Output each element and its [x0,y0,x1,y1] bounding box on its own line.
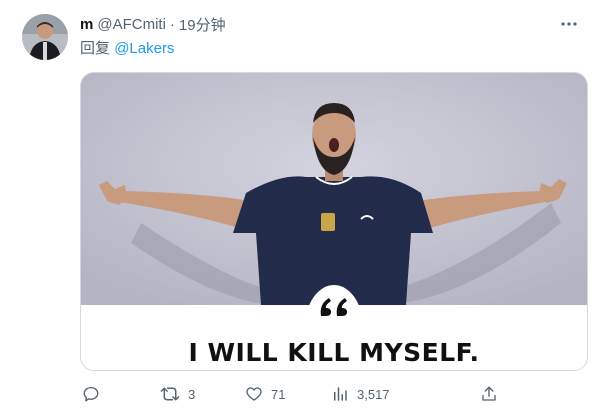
tweet-media[interactable]: I WILL KILL MYSELF. [80,72,588,371]
share-upload-icon [480,385,498,403]
retweet-button[interactable]: 3 [160,383,195,405]
heart-icon [245,385,263,403]
avatar[interactable] [22,14,68,60]
retweet-count: 3 [188,386,196,402]
media-caption: I WILL KILL MYSELF. [188,338,480,367]
media-photo [81,73,587,305]
more-dots-icon[interactable] [557,12,581,36]
like-button[interactable]: 71 [245,383,285,405]
avatar-image [22,14,68,60]
reply-prefix: 回复 [80,40,111,57]
user-handle[interactable]: @AFCmiti [97,16,166,33]
reply-mention-link[interactable]: @Lakers [114,40,174,57]
tweet-actions: 3 71 3,517 [80,383,586,405]
display-name[interactable]: m [80,16,93,33]
tweet-header: m @AFCmiti · 19分钟 [80,14,226,34]
separator-dot: · [169,15,175,33]
timestamp[interactable]: 19分钟 [179,14,226,35]
views-count: 3,517 [357,386,390,402]
tweet-card[interactable]: m @AFCmiti · 19分钟 回复 @Lakers I WILL KILL… [0,0,599,414]
views-chart-icon [331,385,349,403]
share-button[interactable] [480,383,498,405]
views-button[interactable]: 3,517 [331,383,390,405]
replying-to: 回复 @Lakers [80,37,174,58]
reply-bubble-icon [82,385,100,403]
reply-button[interactable] [82,383,108,405]
like-count: 71 [271,386,286,402]
retweet-icon [160,385,180,403]
